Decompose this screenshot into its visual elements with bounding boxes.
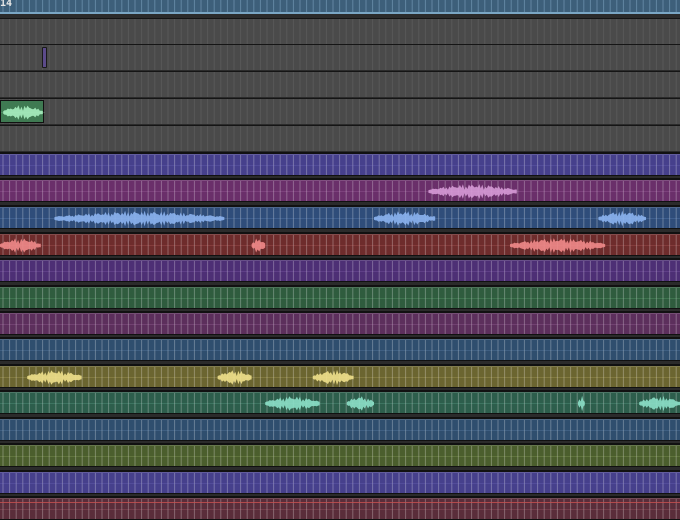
track-t11[interactable]	[0, 417, 680, 441]
grid-lines	[2, 288, 677, 308]
track-t13[interactable]	[0, 470, 680, 494]
track-e5[interactable]	[0, 125, 680, 151]
audio-clip	[54, 210, 225, 227]
track-t2[interactable]	[0, 178, 680, 202]
waveform	[0, 324, 680, 325]
audio-clip	[265, 396, 320, 411]
audio-clip	[374, 211, 436, 226]
waveform	[0, 456, 680, 457]
waveform	[0, 395, 680, 412]
track-region[interactable]	[0, 287, 680, 308]
waveform	[0, 350, 680, 351]
track-t5[interactable]	[0, 258, 680, 282]
track-region[interactable]	[0, 154, 680, 175]
waveform	[0, 165, 680, 166]
track-t4[interactable]	[0, 232, 680, 256]
track-t6[interactable]	[0, 285, 680, 309]
track-region[interactable]	[0, 366, 680, 387]
grid-lines	[2, 72, 677, 97]
track-t12[interactable]	[0, 443, 680, 467]
grid-lines	[2, 235, 677, 255]
grid-lines	[2, 473, 677, 493]
waveform	[0, 483, 680, 484]
grid-lines	[2, 126, 677, 151]
audio-clip	[217, 370, 252, 385]
grid-lines	[2, 155, 677, 175]
track-region[interactable]	[0, 180, 680, 201]
mini-region-purple[interactable]	[42, 47, 47, 68]
track-region[interactable]	[0, 339, 680, 360]
track-region[interactable]	[0, 392, 680, 413]
grid-lines	[2, 208, 677, 228]
track-t7[interactable]	[0, 311, 680, 335]
grid-lines	[2, 261, 677, 281]
waveform	[0, 184, 680, 199]
track-region[interactable]	[0, 445, 680, 466]
track-e1[interactable]	[0, 18, 680, 44]
audio-clip	[598, 210, 646, 227]
waveform	[0, 298, 680, 299]
track-e4[interactable]	[0, 98, 680, 124]
waveform	[0, 238, 680, 253]
waveform	[0, 271, 680, 272]
timeline-ruler[interactable]: 14	[0, 0, 680, 14]
arrangement-area[interactable]: 14	[0, 0, 680, 520]
audio-clip	[3, 105, 43, 120]
audio-clip	[312, 369, 354, 386]
track-e2[interactable]	[0, 44, 680, 70]
track-t3[interactable]	[0, 205, 680, 229]
waveform	[0, 369, 680, 386]
grid-lines	[2, 340, 677, 360]
waveform	[1, 105, 45, 120]
grid-lines	[2, 181, 677, 201]
track-region[interactable]	[0, 419, 680, 440]
track-region[interactable]	[0, 472, 680, 493]
audio-clip	[0, 238, 41, 253]
track-region[interactable]	[0, 234, 680, 255]
audio-clip	[346, 396, 374, 411]
track-t1[interactable]	[0, 152, 680, 176]
audio-clip	[578, 395, 585, 412]
track-t14[interactable]	[0, 496, 680, 520]
track-e3[interactable]	[0, 71, 680, 97]
track-t10[interactable]	[0, 390, 680, 414]
waveform	[0, 210, 680, 227]
track-region[interactable]	[0, 260, 680, 281]
track-t8[interactable]	[0, 337, 680, 361]
end-marker-line	[0, 502, 680, 503]
waveform	[0, 430, 680, 431]
grid-lines	[2, 446, 677, 466]
audio-clip	[510, 238, 606, 253]
audio-clip	[639, 395, 680, 412]
mini-region-green[interactable]	[0, 100, 45, 123]
audio-clip	[428, 184, 517, 199]
bar-number-label: 14	[0, 0, 13, 9]
track-region[interactable]	[0, 313, 680, 334]
grid-lines	[2, 393, 677, 413]
grid-lines	[2, 314, 677, 334]
grid-lines	[2, 420, 677, 440]
audio-clip	[27, 370, 82, 385]
audio-clip	[251, 238, 266, 253]
track-region[interactable]	[0, 207, 680, 228]
track-t9[interactable]	[0, 364, 680, 388]
grid-lines	[2, 19, 677, 44]
grid-lines	[2, 0, 677, 12]
grid-lines	[2, 45, 677, 70]
grid-lines	[2, 99, 677, 124]
grid-lines	[2, 367, 677, 387]
